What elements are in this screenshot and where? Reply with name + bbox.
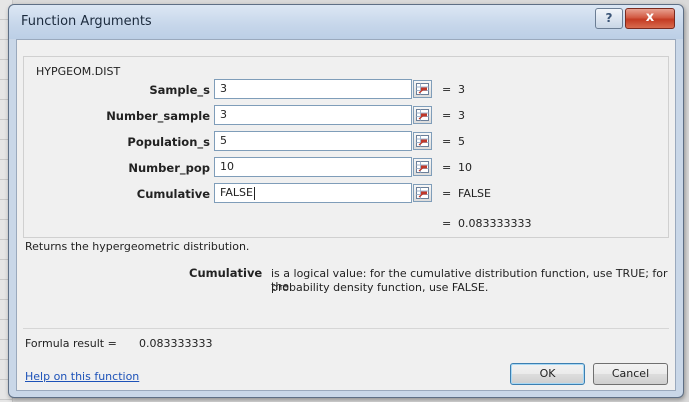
dialog-title: Function Arguments [21, 14, 152, 29]
argument-equals: = [442, 161, 452, 174]
argument-label: Number_sample [106, 109, 210, 123]
number-pop-input[interactable]: 10 [214, 157, 412, 177]
function-name: HYPGEOM.DIST [34, 65, 123, 78]
arguments-group: HYPGEOM.DIST Sample_s 3 = 3 Number_sampl… [23, 56, 669, 238]
help-button[interactable]: ? [595, 8, 623, 29]
argument-result: FALSE [458, 187, 491, 200]
argument-result: 10 [458, 161, 472, 174]
argument-row-cumulative: Cumulative FALSE = FALSE [24, 183, 664, 205]
argument-result: 3 [458, 83, 465, 96]
collapse-dialog-icon[interactable] [413, 184, 432, 202]
argument-equals: = [442, 135, 452, 148]
argument-label: Sample_s [149, 83, 210, 97]
cumulative-input[interactable]: FALSE [214, 183, 412, 203]
collapse-dialog-icon[interactable] [413, 158, 432, 176]
function-arguments-dialog: Function Arguments ? x HYPGEOM.DIST Samp… [8, 4, 684, 398]
total-result: 0.083333333 [458, 217, 532, 230]
formula-result-label: Formula result = [25, 337, 117, 350]
sample-s-input[interactable]: 3 [214, 79, 412, 99]
argument-description-line2: probability density function, use FALSE. [271, 281, 489, 294]
argument-result: 5 [458, 135, 465, 148]
collapse-dialog-icon[interactable] [413, 132, 432, 150]
text-cursor [253, 186, 255, 200]
argument-label: Population_s [127, 135, 210, 149]
population-s-input[interactable]: 5 [214, 131, 412, 151]
total-equals: = [442, 217, 452, 230]
argument-label: Number_pop [128, 161, 210, 175]
ok-button[interactable]: OK [510, 363, 585, 385]
function-description: Returns the hypergeometric distribution. [25, 240, 250, 253]
argument-equals: = [442, 109, 452, 122]
argument-equals: = [442, 83, 452, 96]
title-bar[interactable]: Function Arguments ? x [9, 5, 683, 39]
collapse-dialog-icon[interactable] [413, 106, 432, 124]
argument-result: 3 [458, 109, 465, 122]
divider [23, 328, 669, 329]
argument-row-number-pop: Number_pop 10 = 10 [24, 157, 664, 179]
formula-result-value: 0.083333333 [139, 337, 213, 350]
argument-equals: = [442, 187, 452, 200]
argument-description-name: Cumulative [189, 266, 263, 280]
argument-label: Cumulative [136, 187, 210, 201]
argument-row-number-sample: Number_sample 3 = 3 [24, 105, 664, 127]
cumulative-input-text: FALSE [220, 186, 253, 199]
argument-row-sample-s: Sample_s 3 = 3 [24, 79, 664, 101]
close-button[interactable]: x [625, 8, 675, 29]
help-on-function-link[interactable]: Help on this function [25, 370, 139, 383]
cancel-button[interactable]: Cancel [593, 363, 668, 385]
argument-row-population-s: Population_s 5 = 5 [24, 131, 664, 153]
collapse-dialog-icon[interactable] [413, 80, 432, 98]
number-sample-input[interactable]: 3 [214, 105, 412, 125]
dialog-body: HYPGEOM.DIST Sample_s 3 = 3 Number_sampl… [16, 39, 676, 391]
